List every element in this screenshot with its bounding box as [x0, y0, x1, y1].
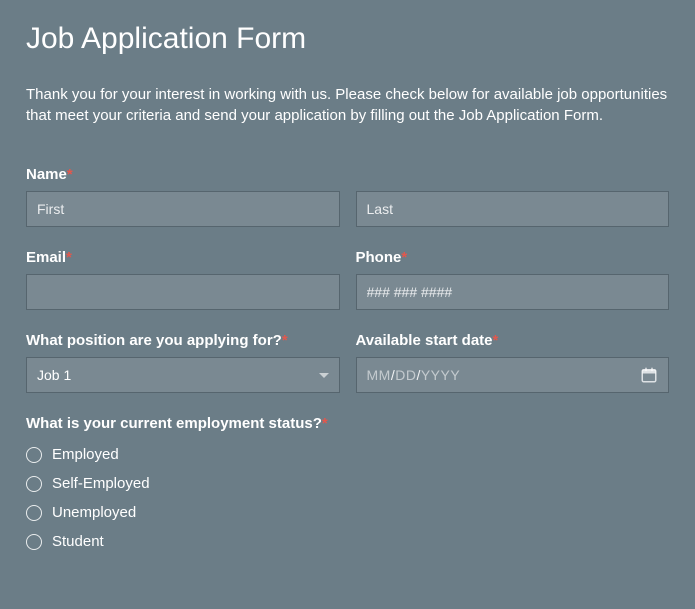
date-placeholder: MM/DD/YYYY — [367, 367, 641, 383]
required-marker: * — [493, 332, 499, 349]
start-date-label: Available start date* — [356, 332, 670, 349]
radio-label: Unemployed — [52, 504, 136, 521]
employment-status-group: What is your current employment status?*… — [26, 415, 669, 550]
first-name-input[interactable] — [26, 191, 340, 227]
email-label: Email* — [26, 249, 340, 266]
page-title: Job Application Form — [26, 22, 669, 56]
employment-status-label-text: What is your current employment status? — [26, 415, 322, 432]
intro-text: Thank you for your interest in working w… — [26, 84, 669, 126]
phone-label-text: Phone — [356, 249, 402, 266]
name-label: Name* — [26, 166, 669, 183]
required-marker: * — [67, 166, 73, 183]
calendar-icon — [640, 366, 658, 384]
required-marker: * — [282, 332, 288, 349]
required-marker: * — [66, 249, 72, 266]
radio-label: Student — [52, 533, 104, 550]
position-label: What position are you applying for?* — [26, 332, 340, 349]
position-selected-value: Job 1 — [37, 367, 319, 383]
radio-option-unemployed[interactable]: Unemployed — [26, 504, 669, 521]
start-date-field-group: Available start date* MM/DD/YYYY — [356, 332, 670, 393]
chevron-down-icon — [319, 373, 329, 378]
phone-field-group: Phone* — [356, 249, 670, 310]
position-select[interactable]: Job 1 — [26, 357, 340, 393]
name-field-group: Name* — [26, 166, 669, 227]
required-marker: * — [401, 249, 407, 266]
name-label-text: Name — [26, 166, 67, 183]
start-date-input[interactable]: MM/DD/YYYY — [356, 357, 670, 393]
start-date-label-text: Available start date — [356, 332, 493, 349]
radio-label: Employed — [52, 446, 119, 463]
radio-option-self-employed[interactable]: Self-Employed — [26, 475, 669, 492]
radio-option-employed[interactable]: Employed — [26, 446, 669, 463]
email-field-group: Email* — [26, 249, 340, 310]
phone-label: Phone* — [356, 249, 670, 266]
radio-label: Self-Employed — [52, 475, 150, 492]
email-input[interactable] — [26, 274, 340, 310]
last-name-input[interactable] — [356, 191, 670, 227]
email-label-text: Email — [26, 249, 66, 266]
position-field-group: What position are you applying for?* Job… — [26, 332, 340, 393]
radio-icon — [26, 534, 42, 550]
radio-icon — [26, 476, 42, 492]
required-marker: * — [322, 415, 328, 432]
position-label-text: What position are you applying for? — [26, 332, 282, 349]
radio-option-student[interactable]: Student — [26, 533, 669, 550]
phone-input[interactable] — [356, 274, 670, 310]
radio-icon — [26, 505, 42, 521]
employment-status-label: What is your current employment status?* — [26, 415, 669, 432]
radio-icon — [26, 447, 42, 463]
